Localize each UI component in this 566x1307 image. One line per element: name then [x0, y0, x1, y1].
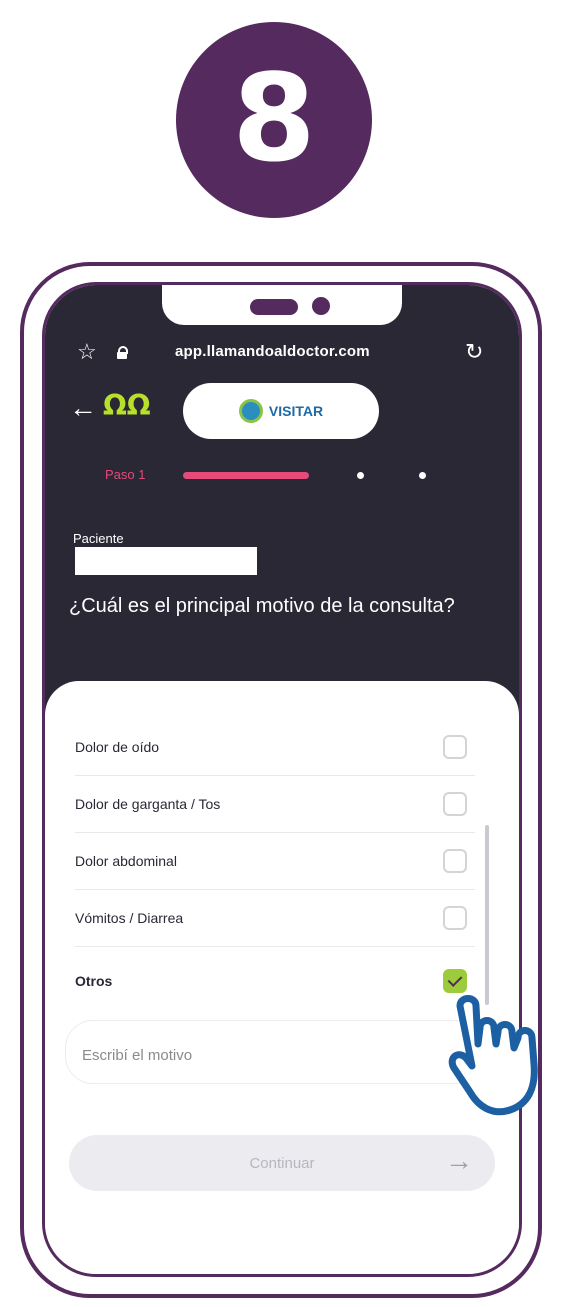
phone-screen: ☆ app.llamandoaldoctor.com ↻ ← ΩΩ VISITA… — [42, 282, 522, 1277]
hand-pointer-icon — [448, 995, 538, 1116]
option-row[interactable]: Dolor abdominal — [75, 833, 475, 890]
option-checkbox[interactable] — [443, 792, 467, 816]
continue-button[interactable]: Continuar → — [69, 1135, 495, 1191]
progress-dot-3 — [419, 472, 426, 479]
star-icon[interactable]: ☆ — [77, 337, 97, 367]
browser-url-bar: ☆ app.llamandoaldoctor.com ↻ — [45, 337, 519, 367]
continue-label: Continuar — [249, 1154, 315, 1172]
option-label: Dolor abdominal — [75, 853, 177, 869]
partner-name: VISITAR — [268, 403, 324, 419]
arrow-right-icon: → — [445, 1145, 473, 1176]
motive-input[interactable] — [65, 1020, 489, 1084]
partner-logo: VISITAR — [183, 383, 379, 439]
reload-icon[interactable]: ↻ — [465, 337, 483, 367]
speaker — [250, 299, 298, 315]
progress-dot-2 — [357, 472, 364, 479]
option-row[interactable]: Dolor de garganta / Tos — [75, 776, 475, 833]
option-label: Dolor de garganta / Tos — [75, 796, 221, 812]
option-label: Otros — [75, 973, 113, 989]
progress-bar — [183, 472, 309, 479]
step-label: Paso 1 — [105, 467, 146, 482]
app-header-area: ☆ app.llamandoaldoctor.com ↻ ← ΩΩ VISITA… — [45, 285, 519, 715]
lock-icon — [117, 346, 128, 359]
option-row-selected[interactable]: Otros — [75, 953, 475, 1009]
option-label: Dolor de oído — [75, 739, 160, 755]
option-checkbox[interactable] — [443, 849, 467, 873]
partner-logo-icon — [238, 399, 263, 423]
step-progress: Paso 1 — [45, 465, 519, 485]
scrollbar[interactable] — [485, 825, 489, 1005]
phone-notch — [162, 285, 402, 325]
back-arrow-icon[interactable]: ← — [69, 393, 97, 423]
option-row[interactable]: Vómitos / Diarrea — [75, 890, 475, 947]
patient-name-redacted — [75, 547, 257, 575]
question-title: ¿Cuál es el principal motivo de la consu… — [69, 595, 455, 617]
camera — [312, 297, 330, 315]
step-number-badge: 8 — [176, 22, 372, 218]
option-row[interactable]: Dolor de oído — [75, 719, 475, 776]
option-checkbox[interactable] — [443, 735, 467, 759]
patient-label: Paciente — [73, 531, 124, 546]
app-logo: ΩΩ — [103, 389, 151, 422]
option-label: Vómitos / Diarrea — [75, 910, 184, 926]
url-text[interactable]: app.llamandoaldoctor.com — [175, 337, 370, 367]
option-checkbox[interactable] — [443, 906, 467, 930]
